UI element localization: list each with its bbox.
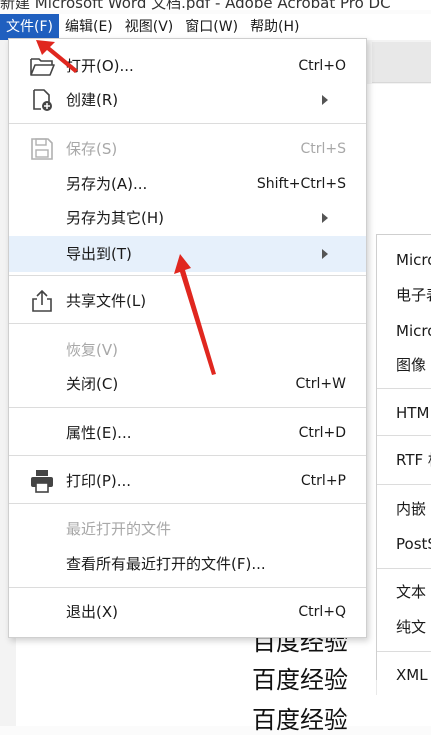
export-option[interactable]: PostS — [396, 532, 431, 556]
menu-separator — [377, 388, 431, 389]
menu-item-open[interactable]: 打开(O)... Ctrl+O — [9, 48, 366, 84]
menu-item-print[interactable]: 打印(P)... Ctrl+P — [9, 463, 366, 499]
menu-item-label: 创建(R) — [66, 91, 119, 109]
window-title: 新建 Microsoft Word 文档.pdf - Adobe Acrobat… — [0, 0, 391, 10]
submenu-arrow-icon — [322, 249, 328, 259]
menu-item-label: 属性(E)... — [66, 424, 132, 442]
menu-item-save-as[interactable]: 另存为(A)... Shift+Ctrl+S — [9, 166, 366, 202]
export-option[interactable]: HTM — [396, 401, 429, 425]
menu-item-close[interactable]: 关闭(C) Ctrl+W — [9, 366, 366, 402]
menu-separator — [9, 455, 366, 456]
export-submenu: Micro 电子表 Micro 图像 HTM RTF 格 内嵌 PostS 文本… — [376, 234, 431, 695]
menu-item-save-as-other[interactable]: 另存为其它(H) — [9, 200, 366, 236]
export-option[interactable]: 文本 — [396, 580, 426, 604]
share-icon — [29, 288, 55, 314]
menu-separator — [377, 435, 431, 436]
menu-item-label: 打印(P)... — [66, 472, 132, 490]
printer-icon — [29, 468, 55, 494]
menu-item-shortcut: Shift+Ctrl+S — [256, 176, 346, 192]
export-option[interactable]: RTF 格 — [396, 448, 431, 472]
menu-item-label: 共享文件(L) — [66, 292, 147, 310]
menu-item-label: 打开(O)... — [66, 57, 134, 75]
menu-item-label: 最近打开的文件 — [66, 520, 172, 538]
submenu-arrow-icon — [322, 213, 328, 223]
menu-item-create[interactable]: 创建(R) — [9, 82, 366, 118]
menu-item-shortcut: Ctrl+P — [300, 473, 346, 489]
menu-bar: 文件(F) 编辑(E) 视图(V) 窗口(W) 帮助(H) — [0, 14, 431, 40]
menu-separator — [9, 123, 366, 124]
menu-item-label: 另存为其它(H) — [66, 209, 164, 227]
file-menu-dropdown: 打开(O)... Ctrl+O 创建(R) 保存(S) Ctrl+S 另存为(A… — [8, 38, 367, 638]
menu-item-shortcut: Ctrl+W — [295, 376, 346, 392]
menu-window[interactable]: 窗口(W) — [179, 14, 244, 40]
create-pdf-icon — [29, 87, 55, 113]
menu-separator — [9, 323, 366, 324]
menu-item-save[interactable]: 保存(S) Ctrl+S — [9, 131, 366, 167]
menu-item-shortcut: Ctrl+O — [298, 58, 346, 74]
menu-separator — [9, 407, 366, 408]
export-option[interactable]: 纯文 — [396, 615, 426, 639]
folder-open-icon — [29, 53, 55, 79]
export-option[interactable]: 图像 — [396, 353, 426, 377]
menu-separator — [9, 587, 366, 588]
watermark — [346, 680, 431, 726]
export-option[interactable]: 电子表 — [396, 283, 431, 307]
window-title-bar: 新建 Microsoft Word 文档.pdf - Adobe Acrobat… — [0, 0, 431, 10]
menu-item-shortcut: Ctrl+Q — [298, 604, 346, 620]
menu-view[interactable]: 视图(V) — [119, 14, 180, 40]
menu-item-label: 查看所有最近打开的文件(F)... — [66, 555, 266, 573]
menu-file[interactable]: 文件(F) — [0, 14, 59, 40]
export-option[interactable]: Micro — [396, 319, 431, 343]
document-text-line: 百度经验 — [252, 666, 348, 694]
menu-separator — [377, 568, 431, 569]
menu-item-export-to[interactable]: 导出到(T) — [9, 236, 366, 272]
menu-item-revert[interactable]: 恢复(V) — [9, 332, 366, 368]
menu-item-label: 导出到(T) — [66, 245, 132, 263]
export-option[interactable]: Micro — [396, 248, 431, 272]
menu-item-share[interactable]: 共享文件(L) — [9, 283, 366, 319]
document-text-line: 百度经验 — [252, 706, 348, 734]
menu-item-shortcut: Ctrl+S — [300, 141, 346, 157]
menu-item-label: 退出(X) — [66, 603, 118, 621]
menu-help[interactable]: 帮助(H) — [244, 14, 305, 40]
submenu-arrow-icon — [322, 95, 328, 105]
menu-separator — [9, 503, 366, 504]
menu-item-view-recent[interactable]: 查看所有最近打开的文件(F)... — [9, 546, 366, 582]
menu-item-label: 恢复(V) — [66, 341, 118, 359]
menu-item-shortcut: Ctrl+D — [298, 425, 346, 441]
recent-files-header: 最近打开的文件 — [9, 511, 366, 547]
save-icon — [29, 136, 55, 162]
menu-item-label: 保存(S) — [66, 140, 118, 158]
menu-item-exit[interactable]: 退出(X) Ctrl+Q — [9, 594, 366, 630]
toolbar-strip — [372, 42, 431, 83]
menu-separator — [377, 484, 431, 485]
menu-item-properties[interactable]: 属性(E)... Ctrl+D — [9, 415, 366, 451]
menu-edit[interactable]: 编辑(E) — [59, 14, 119, 40]
menu-item-label: 关闭(C) — [66, 375, 119, 393]
menu-item-label: 另存为(A)... — [66, 175, 148, 193]
menu-separator — [9, 275, 366, 276]
menu-separator — [377, 651, 431, 652]
export-option[interactable]: 内嵌 — [396, 497, 426, 521]
